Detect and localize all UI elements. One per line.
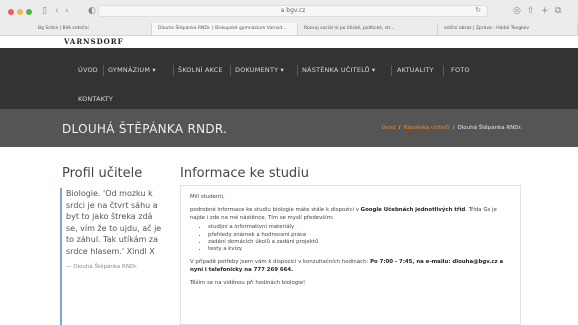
contact-paragraph: V případě potřeby jsem vám k dispozici v… — [190, 259, 504, 273]
greeting-text: Milí studenti, — [190, 194, 225, 200]
breadcrumb-section[interactable]: Nástěnka učitelů — [403, 125, 449, 131]
browser-tab[interactable]: Bg Srdce | Bílé srdeční — [32, 23, 152, 35]
browser-tab[interactable]: ediční obraz | Zpráva - Hádal Tengkev — [438, 23, 578, 35]
breadcrumb-home[interactable]: Úvod — [381, 125, 395, 131]
nav-item-gymnazium[interactable]: GYMNÁZIUM ▾ — [108, 66, 156, 74]
zoom-window-button[interactable] — [26, 9, 32, 15]
nav-divider — [297, 65, 298, 76]
browser-tab[interactable]: Rozvoj sociál ní po litické, politické, … — [298, 23, 438, 35]
sidebar-icon[interactable]: ▯ — [42, 6, 47, 16]
privacy-shield-icon[interactable]: ◐ — [88, 6, 96, 16]
nav-divider — [391, 65, 392, 76]
intro-paragraph: podrobné informace ke studiu biologie má… — [190, 207, 497, 221]
sidebar-title: Profil učitele — [62, 166, 143, 181]
list-item: přehledy známek a hodnocení práce — [208, 232, 511, 239]
nav-divider — [103, 65, 104, 76]
site-header: VARNSDORF — [0, 36, 578, 48]
nav-item-aktuality[interactable]: AKTUALITY — [397, 66, 434, 74]
nav-item-foto[interactable]: FOTO — [451, 66, 470, 74]
content-card: Milí studenti, podrobné informace ke stu… — [180, 185, 521, 325]
info-list: studijní a informativní materiály přehle… — [208, 224, 511, 253]
main-nav: ÚVOD GYMNÁZIUM ▾ ŠKOLNÍ AKCE DOKUMENTY ▾… — [0, 48, 578, 109]
quote-author: — Dlouhá Štěpánka RNDr. — [66, 263, 138, 270]
breadcrumb: Úvod / Nástěnka učitelů / Dlouhá Štěpánka RN… — [381, 125, 522, 131]
browser-chrome: ▯ ‹ › ◐ a bgv.cz ↻ ◎ ⇧ + ⧉ Bg Srdce | Bí… — [0, 0, 578, 36]
breadcrumb-separator: / — [452, 125, 455, 131]
teacher-quote: Biologie. 'Od mozku k srdci je na čtvrt … — [60, 188, 162, 325]
nav-item-uvod[interactable]: ÚVOD — [78, 66, 98, 74]
nav-item-kontakty[interactable]: KONTAKTY — [78, 95, 113, 103]
tab-overview-icon[interactable]: ⧉ — [555, 6, 561, 16]
reload-icon[interactable]: ↻ — [475, 6, 481, 14]
breadcrumb-current: Dlouhá Štěpánka RNDr. — [457, 125, 522, 131]
close-window-button[interactable] — [8, 9, 14, 15]
account-icon[interactable]: ◎ — [513, 6, 521, 16]
nav-item-nastenka-ucitelu[interactable]: NÁSTĚNKA UČITELŮ ▾ — [302, 66, 375, 74]
content-title: Informace ke studiu — [180, 166, 310, 181]
google-classroom-link: Google Učebnách jednotlivých tříd — [360, 207, 466, 214]
page-title: DLOUHÁ ŠTĚPÁNKA RNDR. — [62, 122, 228, 136]
nav-item-skolni-akce[interactable]: ŠKOLNÍ AKCE — [178, 66, 223, 74]
nav-divider — [173, 65, 174, 76]
minimize-window-button[interactable] — [17, 9, 23, 15]
browser-toolbar: ▯ ‹ › ◐ a bgv.cz ↻ ◎ ⇧ + ⧉ — [0, 0, 578, 22]
back-icon[interactable]: ‹ — [55, 6, 59, 16]
nav-item-dokumenty[interactable]: DOKUMENTY ▾ — [235, 66, 284, 74]
closing-text: Těším se na viděnou při hodinách biologi… — [190, 280, 306, 287]
tab-bar: Bg Srdce | Bílé srdeční Dlouhá Štěpánka … — [0, 22, 578, 36]
list-item: testy a kvízy — [208, 246, 511, 253]
forward-icon[interactable]: › — [65, 6, 69, 16]
list-item: studijní a informativní materiály — [208, 224, 511, 231]
new-tab-icon[interactable]: + — [541, 6, 549, 16]
site-logo[interactable]: VARNSDORF — [64, 37, 124, 46]
list-item: zadání domácích úkolů a zadání projektů — [208, 239, 511, 246]
address-bar[interactable]: a bgv.cz ↻ — [98, 5, 488, 17]
breadcrumb-separator: / — [398, 125, 401, 131]
nav-divider — [443, 65, 444, 76]
nav-divider — [230, 65, 231, 76]
quote-text: Biologie. 'Od mozku k srdci je na čtvrt … — [66, 189, 162, 256]
share-icon[interactable]: ⇧ — [527, 6, 535, 16]
page-header: DLOUHÁ ŠTĚPÁNKA RNDR. Úvod / Nástěnka učit… — [0, 109, 578, 147]
browser-tab-active[interactable]: Dlouhá Štěpánka RNDr. | Biskupské gymnáz… — [152, 23, 298, 35]
address-text: a bgv.cz — [280, 7, 306, 14]
